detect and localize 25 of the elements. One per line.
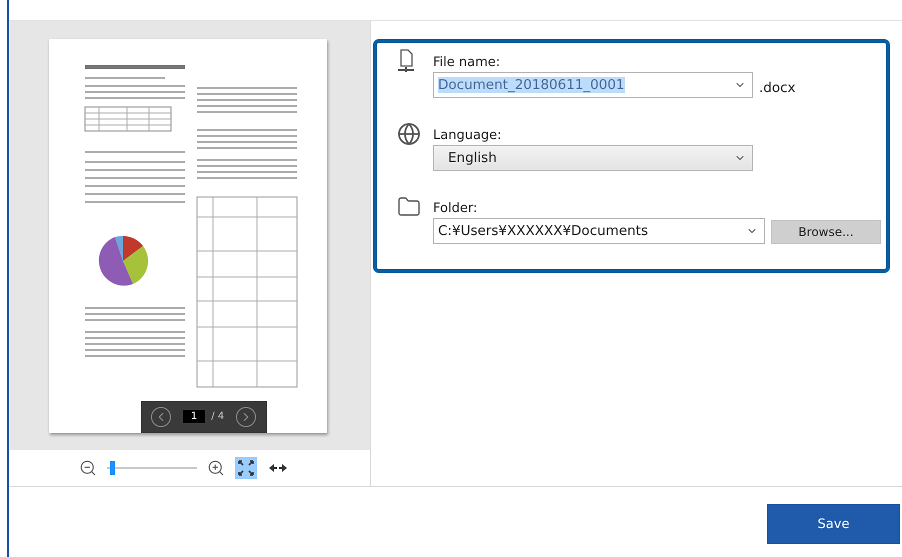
zoom-slider-thumb[interactable] (110, 461, 115, 475)
previous-page-button[interactable] (150, 406, 171, 426)
fit-page-icon (238, 460, 254, 476)
folder-combo-box[interactable]: C:¥Users¥XXXXXX¥Documents (433, 218, 765, 244)
page-number-field[interactable]: 1 (182, 410, 206, 423)
file-name-combo-box[interactable]: Document_20180611_0001 (433, 72, 753, 98)
file-icon (397, 49, 415, 73)
field-value: C:¥Users¥XXXXXX¥Documents (438, 223, 648, 239)
field-label: Language: (433, 127, 503, 143)
field-value: English (447, 150, 497, 166)
fit-width-icon (269, 463, 287, 473)
field-label: Folder: (433, 200, 478, 216)
fit-page-button[interactable] (235, 457, 257, 479)
browse-button[interactable]: Browse... (771, 220, 881, 244)
globe-icon (397, 122, 421, 146)
file-extension: .docx (759, 80, 796, 98)
save-button[interactable]: Save (767, 504, 900, 544)
field-label: File name: (433, 54, 502, 70)
zoom-slider[interactable] (107, 461, 197, 475)
language-dropdown[interactable]: English (433, 145, 753, 171)
next-page-button[interactable] (236, 406, 256, 426)
zoom-out-icon[interactable] (79, 459, 97, 477)
page-total: / 4 (211, 411, 224, 422)
field-value: Document_20180611_0001 (438, 77, 625, 93)
zoom-in-icon[interactable] (207, 459, 225, 477)
